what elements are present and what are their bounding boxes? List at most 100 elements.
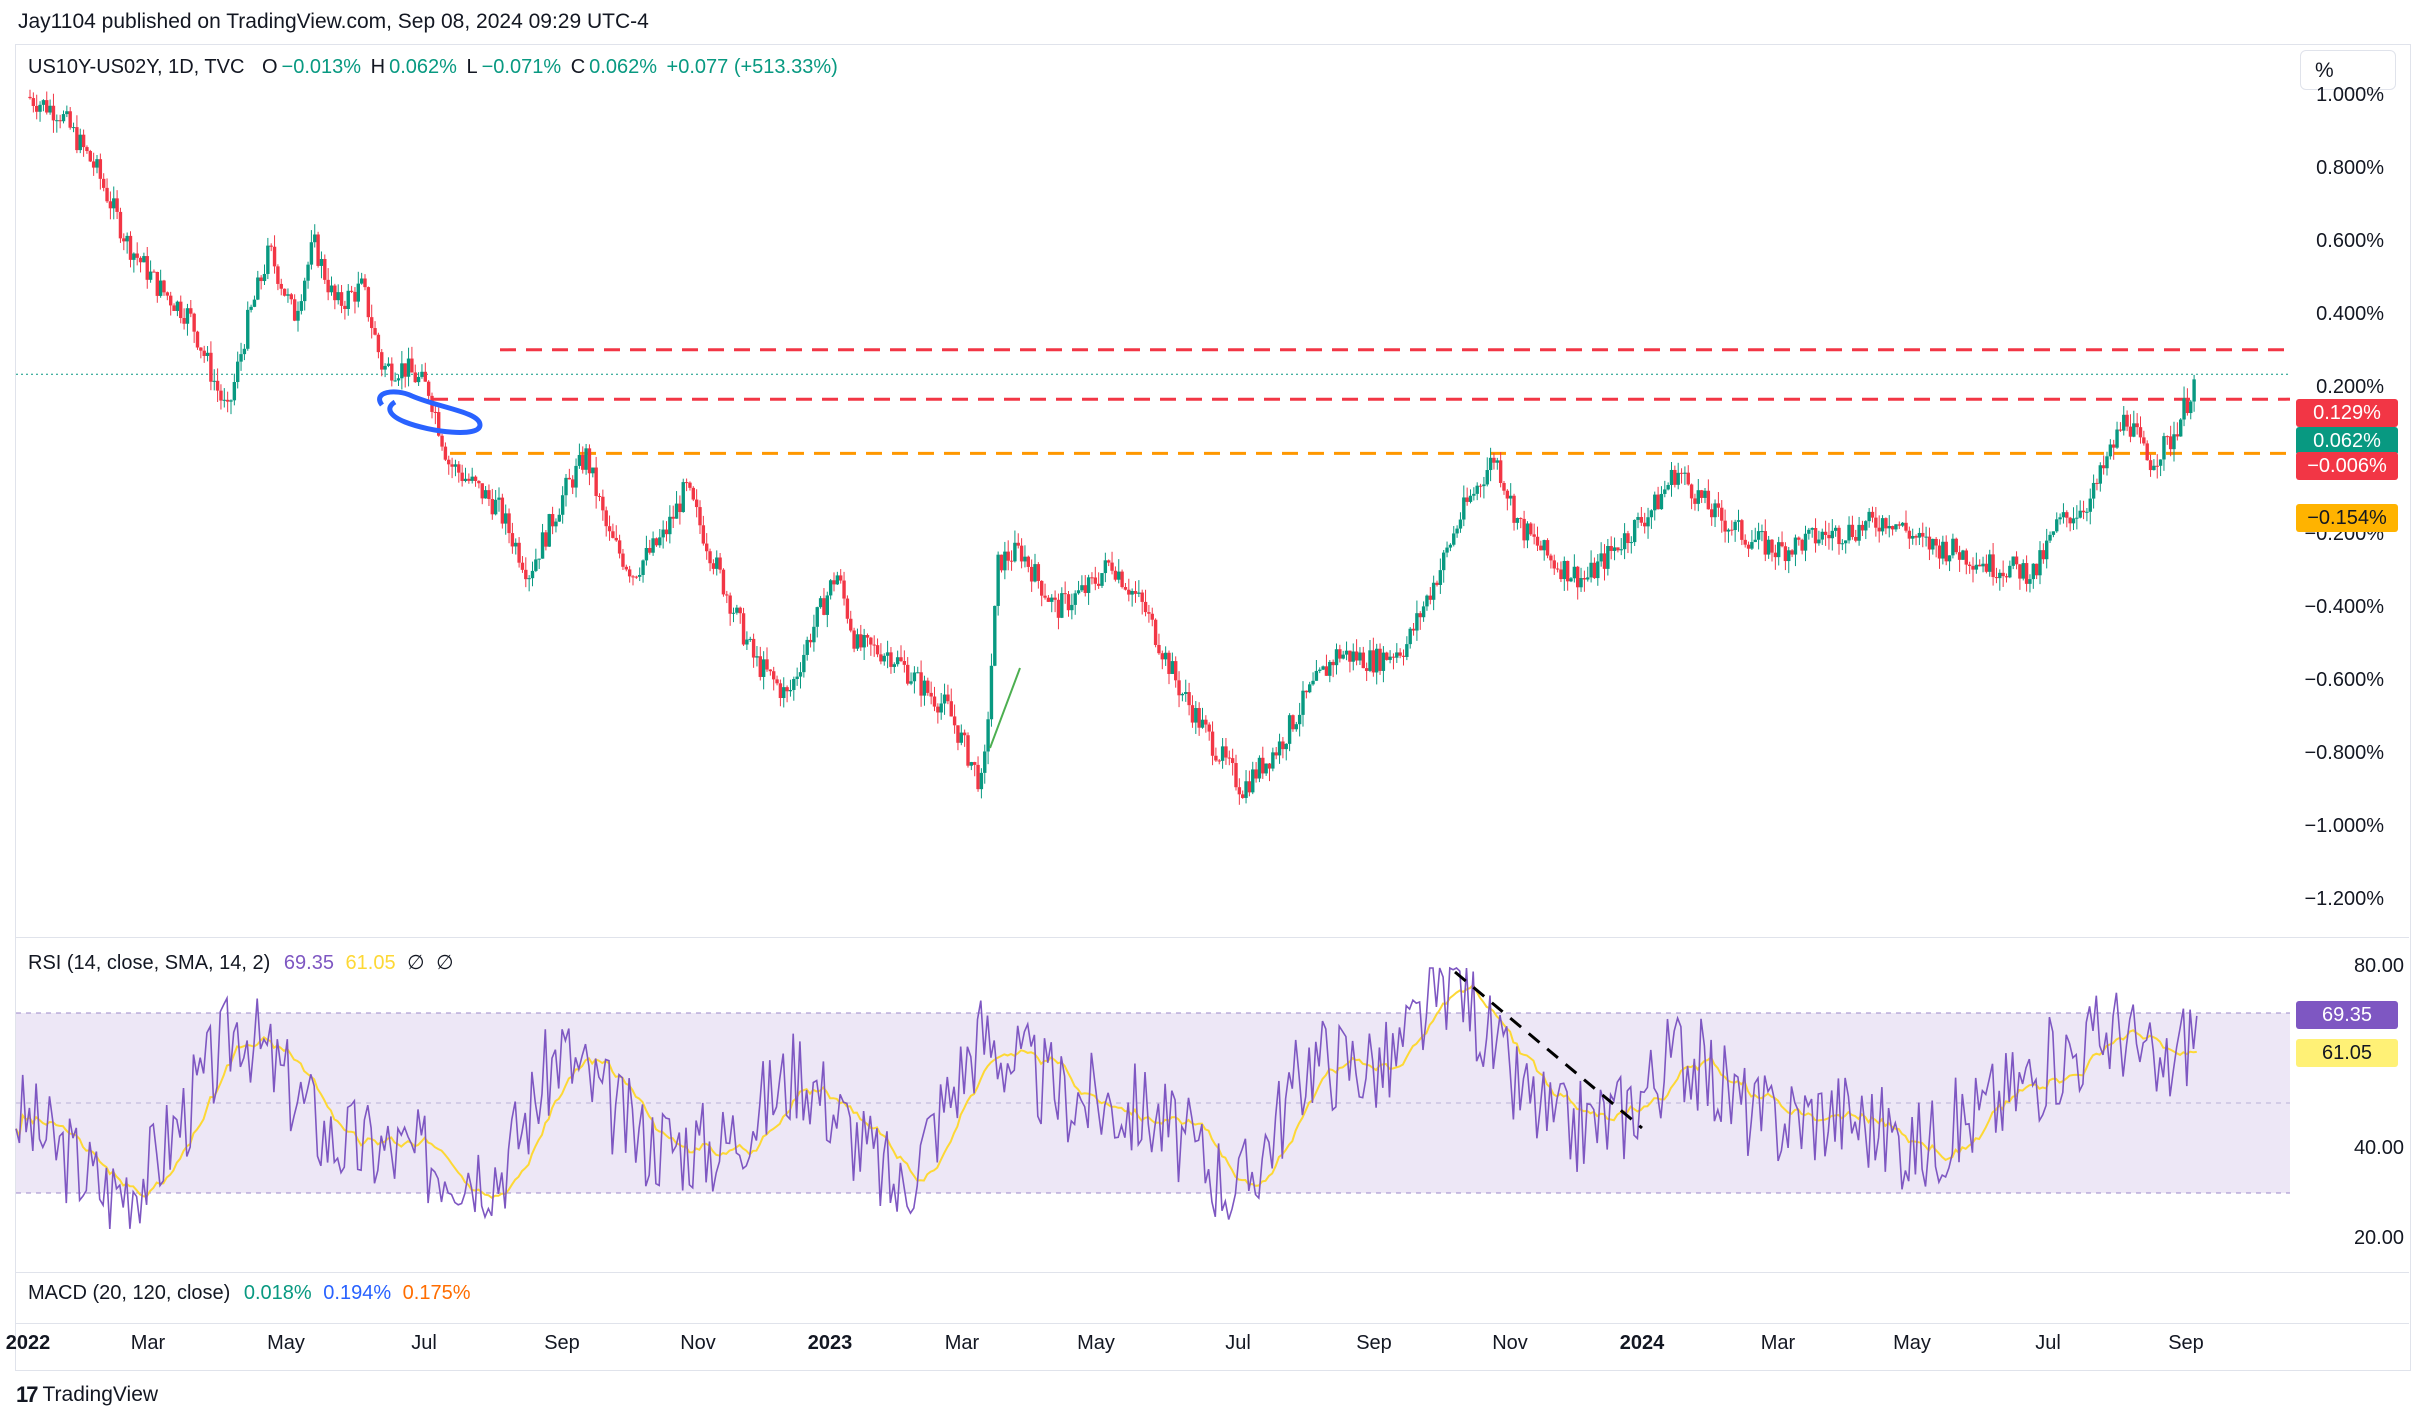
candle-body — [879, 654, 883, 662]
candle-body — [735, 607, 739, 613]
candle-body — [1210, 731, 1215, 756]
candle-body — [788, 689, 793, 692]
candle-body — [1877, 527, 1881, 532]
candle-body — [504, 513, 508, 524]
candle-body — [1890, 526, 1895, 530]
candle-body — [1833, 527, 1838, 531]
chart-canvas[interactable] — [0, 0, 2424, 1422]
candle-body — [1257, 757, 1262, 779]
candle-body — [1495, 460, 1499, 463]
candle-body — [698, 507, 702, 526]
rsi-legend[interactable]: RSI (14, close, SMA, 14, 2) 69.35 61.05 … — [28, 950, 454, 975]
candle-body — [1391, 656, 1396, 658]
main-legend[interactable]: US10Y-US02Y, 1D, TVC O −0.013% H 0.062% L −… — [28, 56, 842, 79]
candle-body — [581, 455, 585, 470]
macd-legend[interactable]: MACD (20, 120, close) 0.018% 0.194% 0.17… — [28, 1282, 471, 1305]
candle-body — [329, 285, 334, 293]
candle-body — [1686, 472, 1690, 485]
candle-body — [1381, 652, 1386, 671]
candle-body — [1066, 594, 1071, 611]
candle-body — [380, 352, 384, 370]
candle-body — [1264, 763, 1268, 774]
candle-body — [919, 672, 923, 696]
candle-body — [909, 681, 913, 684]
candle-body — [349, 290, 354, 292]
candle-body — [219, 390, 223, 401]
candle-body — [2021, 563, 2025, 579]
candle-body — [1016, 542, 1020, 546]
candle-body — [839, 575, 843, 581]
candle-body — [272, 246, 277, 267]
candle-body — [1090, 577, 1094, 579]
candle-body — [678, 503, 682, 513]
candle-body — [1679, 472, 1684, 474]
candle-body — [1455, 528, 1459, 534]
middle-level-badge: −0.006% — [2296, 452, 2398, 480]
candle-body — [1093, 577, 1097, 584]
candle-body — [1951, 538, 1955, 556]
candle-body — [658, 537, 662, 546]
candle-body — [1435, 582, 1439, 585]
candle-body — [370, 317, 374, 329]
candle-body — [132, 253, 136, 260]
candle-body — [949, 701, 953, 717]
candle-body — [932, 696, 937, 707]
candle-body — [1080, 585, 1084, 591]
candle-body — [1847, 524, 1851, 541]
candle-body — [1261, 757, 1265, 774]
time-tick: Sep — [544, 1332, 580, 1354]
candle-body — [463, 478, 468, 482]
time-tick: 2022 — [5, 1332, 51, 1354]
candle-body — [222, 399, 226, 401]
candle-body — [962, 732, 967, 736]
candle-body — [1911, 535, 1915, 539]
candle-body — [1525, 523, 1530, 541]
rsi-label[interactable]: RSI (14, close, SMA, 14, 2) — [28, 952, 270, 974]
candle-body — [718, 557, 722, 570]
candle-body — [1371, 650, 1376, 673]
candle-body — [802, 654, 806, 673]
price-tick: −0.400% — [2304, 596, 2384, 618]
candle-body — [1274, 752, 1278, 756]
candle-body — [1766, 539, 1771, 555]
candle-body — [1693, 498, 1697, 504]
candle-body — [249, 306, 253, 310]
green-trend-annotation — [989, 667, 1021, 749]
candle-body — [1646, 517, 1650, 527]
candle-body — [1961, 550, 1965, 560]
candle-body — [1096, 583, 1101, 586]
candle-body — [2004, 576, 2009, 578]
candle-body — [1318, 669, 1322, 671]
candle-body — [899, 657, 903, 662]
candle-body — [2148, 460, 2153, 471]
candle-body — [1401, 655, 1406, 657]
candle-body — [1967, 564, 1972, 567]
candle-body — [1297, 714, 1302, 725]
candle-body — [1867, 511, 1871, 522]
time-tick: Sep — [1356, 1332, 1392, 1354]
candle-body — [571, 479, 575, 488]
candle-body — [1777, 542, 1781, 558]
candle-body — [1978, 564, 1982, 567]
candle-body — [1860, 524, 1865, 531]
candle-body — [2048, 534, 2052, 541]
candle-body — [1596, 561, 1600, 579]
candle-body — [842, 580, 846, 599]
candle-body — [1284, 743, 1288, 750]
candle-body — [560, 495, 565, 515]
candle-body — [1780, 542, 1784, 547]
candle-body — [1046, 597, 1051, 602]
symbol-label[interactable]: US10Y-US02Y, 1D, TVC — [28, 56, 244, 78]
candle-body — [1026, 556, 1030, 567]
candle-body — [319, 258, 324, 266]
candle-body — [125, 235, 129, 242]
candle-body — [182, 318, 186, 324]
candle-body — [48, 105, 52, 113]
tradingview-logo[interactable]: 17 TradingView — [16, 1382, 158, 1408]
macd-label[interactable]: MACD (20, 120, close) — [28, 1282, 230, 1304]
candle-body — [102, 178, 106, 188]
candle-body — [966, 735, 970, 766]
candle-body — [236, 361, 240, 383]
candle-body — [631, 576, 635, 578]
candle-body — [604, 510, 608, 527]
